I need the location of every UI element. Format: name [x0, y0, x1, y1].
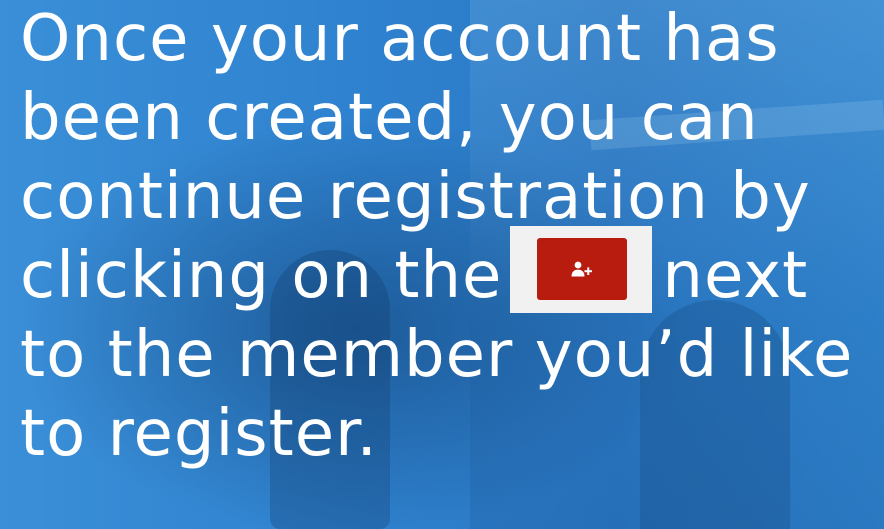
- instruction-line-3: continue registration by: [20, 160, 811, 234]
- add-member-button-example: [510, 225, 653, 313]
- instruction-line-2: been created, you can: [20, 81, 759, 155]
- add-user-icon: [571, 261, 593, 277]
- add-member-button[interactable]: [537, 237, 628, 300]
- instruction-line-6: to register.: [20, 397, 378, 471]
- instruction-line-4-end: next: [662, 239, 809, 313]
- instruction-line-5: to the member you’d like: [20, 318, 854, 392]
- instruction-text: Once your account has been created, you …: [20, 0, 884, 474]
- instruction-line-1: Once your account has: [20, 2, 780, 76]
- instruction-line-4: clicking on the next: [20, 225, 884, 316]
- slide: Once your account has been created, you …: [0, 0, 884, 529]
- instruction-line-4-start: clicking on the: [20, 239, 503, 313]
